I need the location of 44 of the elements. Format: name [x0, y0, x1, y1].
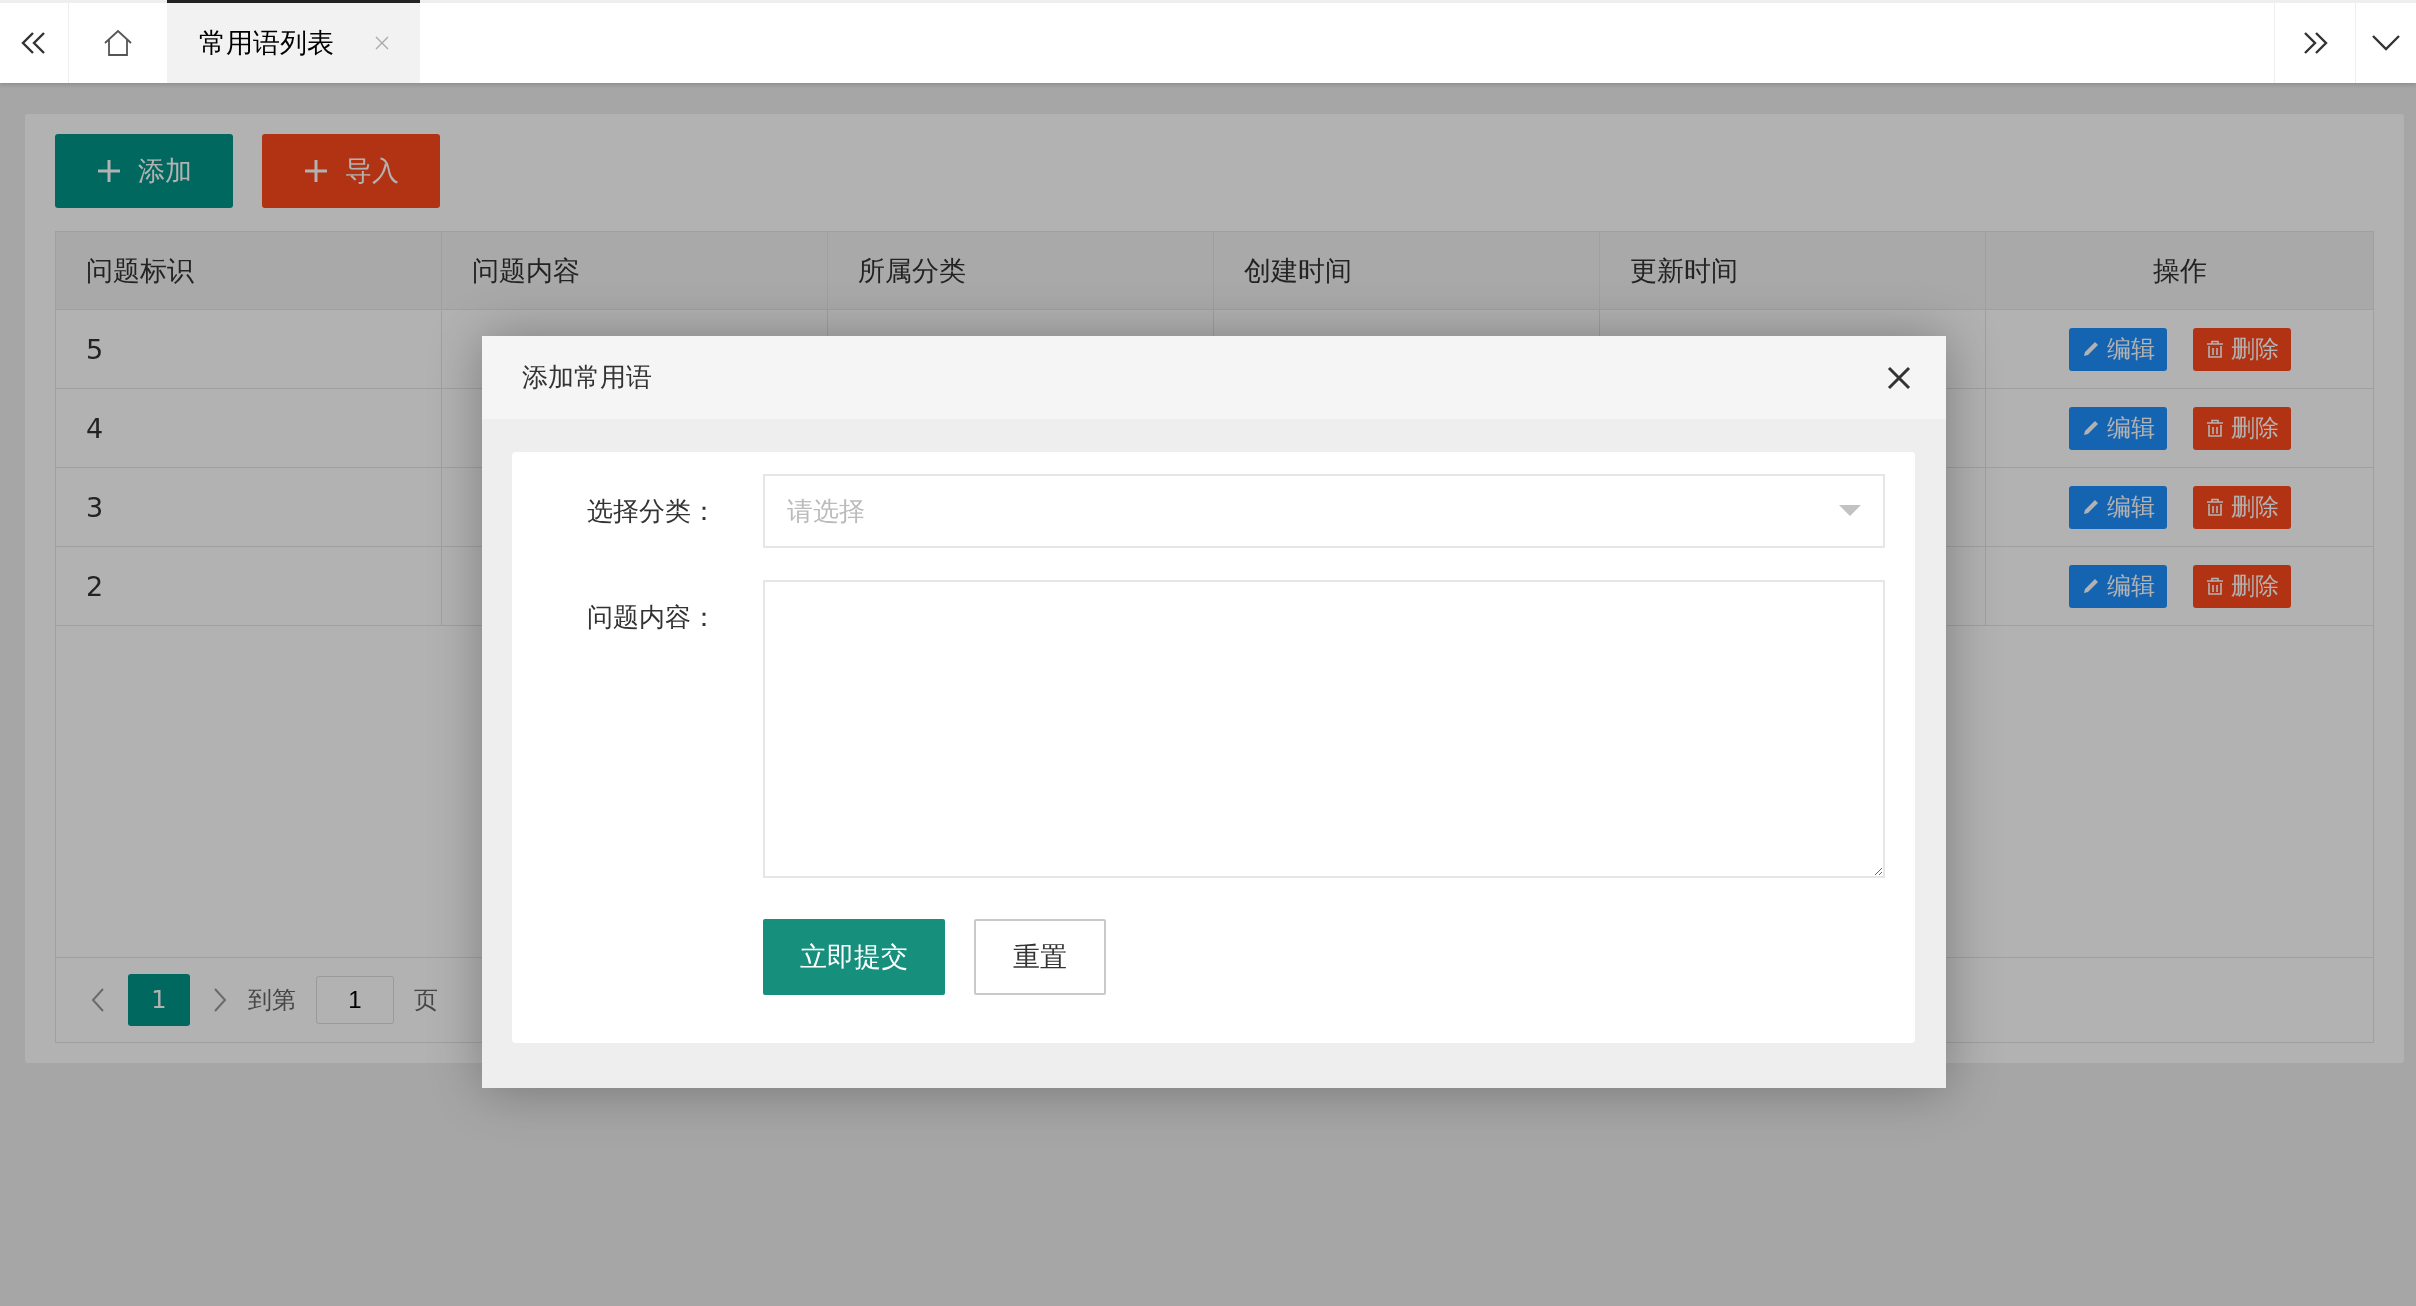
column-header: 创建时间: [1214, 232, 1600, 309]
column-header: 操作: [2151, 253, 2208, 288]
page-number-button[interactable]: 1: [128, 974, 190, 1026]
trash-icon: [2204, 418, 2225, 438]
field-label: 问题内容：: [586, 601, 717, 634]
page-input[interactable]: 1: [316, 976, 394, 1024]
column-header: 所属分类: [828, 232, 1214, 309]
trash-icon: [2204, 339, 2225, 359]
chevron-down-icon: [2370, 33, 2402, 53]
close-icon[interactable]: [1886, 364, 1912, 391]
trash-icon: [2204, 576, 2225, 596]
table-cell: 2: [56, 547, 442, 625]
delete-button[interactable]: 删除: [2192, 406, 2291, 450]
table-cell: 3: [56, 468, 442, 546]
edit-button[interactable]: 编辑: [2068, 406, 2167, 450]
page-tab[interactable]: 常用语列表: [167, 0, 420, 83]
add-button[interactable]: 添加: [55, 134, 233, 208]
delete-button[interactable]: 删除: [2192, 564, 2291, 608]
chevron-left-icon[interactable]: [90, 987, 106, 1013]
plus-icon: [303, 158, 329, 184]
table-cell: 5: [56, 310, 442, 388]
edit-button[interactable]: 编辑: [2068, 564, 2167, 608]
edit-button[interactable]: 编辑: [2068, 327, 2167, 371]
tab-label: 常用语列表: [199, 26, 334, 60]
page-unit-label: 页: [414, 985, 438, 1016]
column-header: 问题内容: [442, 232, 828, 309]
import-button[interactable]: 导入: [262, 134, 440, 208]
chevron-right-icon[interactable]: [212, 987, 228, 1013]
goto-label: 到第: [248, 985, 296, 1016]
trash-icon: [2204, 497, 2225, 517]
home-icon: [102, 27, 134, 59]
plus-icon: [96, 158, 122, 184]
edit-button[interactable]: 编辑: [2068, 485, 2167, 529]
column-header: 更新时间: [1600, 232, 1986, 309]
delete-button[interactable]: 删除: [2192, 327, 2291, 371]
category-select[interactable]: 请选择: [763, 474, 1885, 548]
field-label: 选择分类：: [586, 495, 717, 528]
submit-button[interactable]: 立即提交: [763, 919, 945, 995]
column-header: 问题标识: [56, 232, 442, 309]
delete-button[interactable]: 删除: [2192, 485, 2291, 529]
caret-down-icon: [1839, 505, 1861, 517]
table-cell: 4: [56, 389, 442, 467]
dialog-title: 添加常用语: [522, 361, 652, 394]
reset-button[interactable]: 重置: [974, 919, 1106, 995]
